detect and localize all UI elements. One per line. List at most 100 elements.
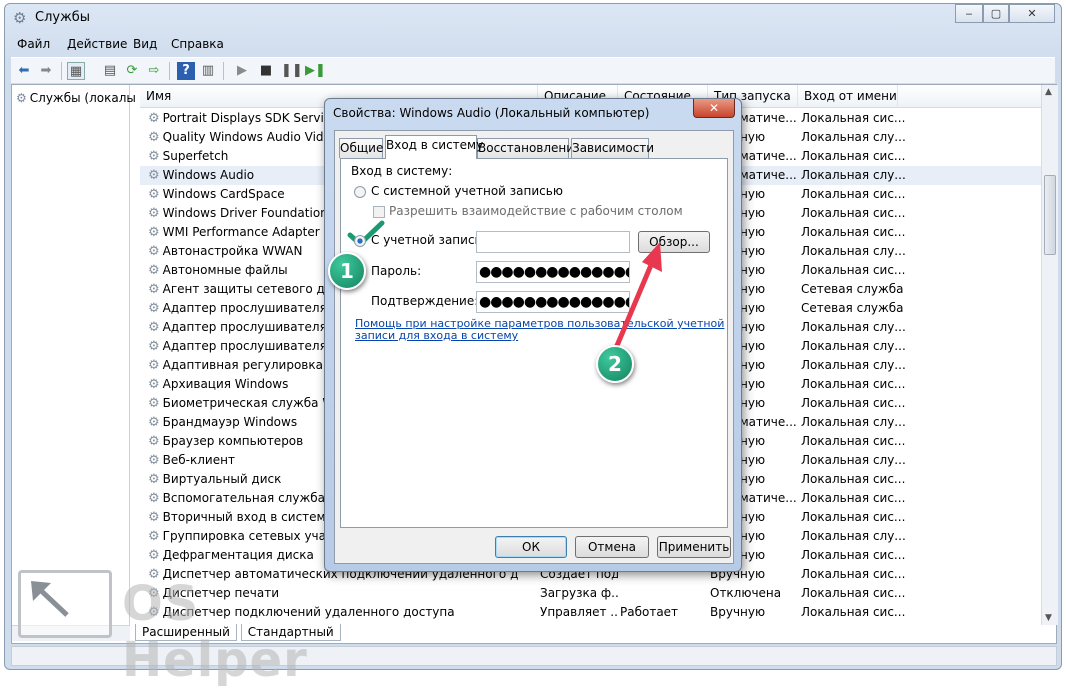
vertical-scrollbar[interactable]: ▲ ▼	[1041, 85, 1058, 625]
back-arrow-icon[interactable]: ⬅	[15, 62, 33, 80]
service-logon: Локальная сис...	[801, 187, 906, 201]
gear-icon: ⚙	[148, 434, 160, 449]
service-logon: Локальная сис...	[801, 111, 906, 125]
dialog-close-button[interactable]: ✕	[693, 99, 735, 118]
gear-icon: ⚙	[148, 320, 160, 335]
service-startup-type: Отключена	[710, 586, 782, 600]
pause-icon[interactable]: ❚❚	[281, 62, 303, 80]
arrow-annotation	[613, 242, 662, 351]
service-name: Windows Audio	[162, 168, 255, 182]
tab-general[interactable]: Общие	[339, 138, 383, 158]
export-icon[interactable]: ⇨	[145, 62, 163, 80]
gear-icon: ⚙	[148, 453, 160, 468]
tab-recovery[interactable]: Восстановление	[477, 138, 581, 158]
gear-icon: ⚙	[148, 168, 160, 183]
service-name: Вторичный вход в систему	[162, 510, 333, 524]
gear-icon: ⚙	[13, 9, 27, 27]
gear-icon: ⚙	[148, 510, 160, 525]
help-icon[interactable]: ?	[177, 62, 195, 80]
menu-file[interactable]: Файл	[17, 37, 50, 51]
cursor-arrow-icon	[31, 581, 69, 617]
service-name: Windows Driver Foundation - U	[162, 206, 349, 220]
column-header-logon[interactable]: Вход от имени	[798, 85, 898, 108]
service-logon: Локальная сис...	[801, 149, 906, 163]
logon-section-label: Вход в систему:	[351, 164, 453, 178]
gear-icon: ⚙	[148, 244, 160, 259]
service-logon: Локальная сис...	[801, 377, 906, 391]
scroll-down-icon[interactable]: ▼	[1045, 613, 1052, 623]
service-name: Windows CardSpace	[162, 187, 285, 201]
service-logon: Локальная сис...	[801, 586, 906, 600]
gear-icon: ⚙	[148, 130, 160, 145]
service-name: Автонастройка WWAN	[162, 244, 303, 258]
confirm-password-label: Подтверждение:	[371, 294, 479, 308]
apply-button[interactable]: Применить	[657, 536, 731, 558]
tree-item-label: Службы (локалы	[29, 91, 136, 105]
maximize-button[interactable]: ▢	[983, 4, 1009, 23]
service-logon: Сетевая служба	[801, 301, 904, 315]
service-logon: Локальная слу...	[801, 244, 906, 258]
gear-icon: ⚙	[148, 396, 160, 411]
gear-icon: ⚙	[148, 282, 160, 297]
service-name: Автономные файлы	[162, 263, 288, 277]
service-name: Superfetch	[162, 149, 229, 163]
properties-icon[interactable]: ▤	[101, 62, 119, 80]
ok-button[interactable]: ОК	[495, 536, 567, 558]
service-name: Виртуальный диск	[162, 472, 282, 486]
service-logon: Локальная сис...	[801, 396, 906, 410]
stop-icon[interactable]: ■	[257, 62, 275, 80]
gear-icon: ⚙	[148, 149, 160, 164]
gear-icon: ⚙	[148, 225, 160, 240]
radio-this-account[interactable]	[354, 235, 366, 247]
service-logon: Локальная слу...	[801, 168, 906, 182]
menu-action[interactable]: Действие	[67, 37, 127, 51]
action-pane-icon[interactable]: ▥	[199, 62, 217, 80]
tab-dependencies[interactable]: Зависимости	[571, 138, 654, 158]
title-bar[interactable]: ⚙ Службы ‒ ▢ ✕	[5, 4, 1061, 32]
scroll-up-icon[interactable]: ▲	[1045, 87, 1052, 97]
service-description: Управляет ...	[540, 605, 618, 619]
console-tree-icon[interactable]: ▦	[67, 62, 85, 80]
service-logon: Локальная слу...	[801, 339, 906, 353]
service-logon: Сетевая служба	[801, 282, 904, 296]
service-name: Архивация Windows	[162, 377, 289, 391]
desktop-interaction-label: Разрешить взаимодействие с рабочим столо…	[389, 204, 683, 218]
scrollbar-thumb[interactable]	[1044, 175, 1056, 255]
service-name: Веб-клиент	[162, 453, 235, 467]
radio-system-account-label[interactable]: С системной учетной записью	[371, 184, 563, 198]
menu-help[interactable]: Справка	[171, 37, 224, 51]
play-icon[interactable]: ▶	[233, 62, 251, 80]
gear-icon: ⚙	[148, 491, 160, 506]
dialog-title: Свойства: Windows Audio (Локальный компь…	[333, 106, 650, 120]
service-logon: Локальная сис...	[801, 491, 906, 505]
gear-icon: ⚙	[148, 301, 160, 316]
service-logon: Локальная сис...	[801, 206, 906, 220]
service-state: Работает	[620, 605, 679, 619]
restart-icon[interactable]: ▶❚	[305, 62, 326, 80]
radio-system-account[interactable]	[354, 186, 366, 198]
forward-arrow-icon[interactable]: ➡	[37, 62, 55, 80]
tree-item-services[interactable]: ⚙ Службы (локалы	[16, 91, 136, 105]
gear-icon: ⚙	[148, 529, 160, 544]
desktop-interaction-checkbox[interactable]	[373, 206, 385, 218]
gear-icon: ⚙	[148, 548, 160, 563]
step-badge-2: 2	[596, 345, 634, 383]
refresh-icon[interactable]: ⟳	[123, 62, 141, 80]
help-link-line2[interactable]: записи для входа в систему	[355, 329, 518, 342]
menu-view[interactable]: Вид	[133, 37, 157, 51]
service-startup-type: Вручную	[710, 605, 766, 619]
service-logon: Локальная сис...	[801, 472, 906, 486]
password-label: Пароль:	[371, 264, 422, 278]
gear-icon: ⚙	[148, 358, 160, 373]
tab-logon[interactable]: Вход в систему	[385, 135, 483, 159]
cancel-button[interactable]: Отмена	[575, 536, 649, 558]
console-tree: ⚙ Службы (локалы	[12, 85, 136, 641]
close-button[interactable]: ✕	[1009, 4, 1055, 23]
service-description: Загрузка ф...	[540, 586, 618, 600]
gear-icon: ⚙	[148, 377, 160, 392]
service-logon: Локальная слу...	[801, 453, 906, 467]
minimize-button[interactable]: ‒	[955, 4, 983, 23]
gear-icon: ⚙	[148, 111, 160, 126]
service-name: Браузер компьютеров	[162, 434, 304, 448]
service-logon: Локальная сис...	[801, 548, 906, 562]
